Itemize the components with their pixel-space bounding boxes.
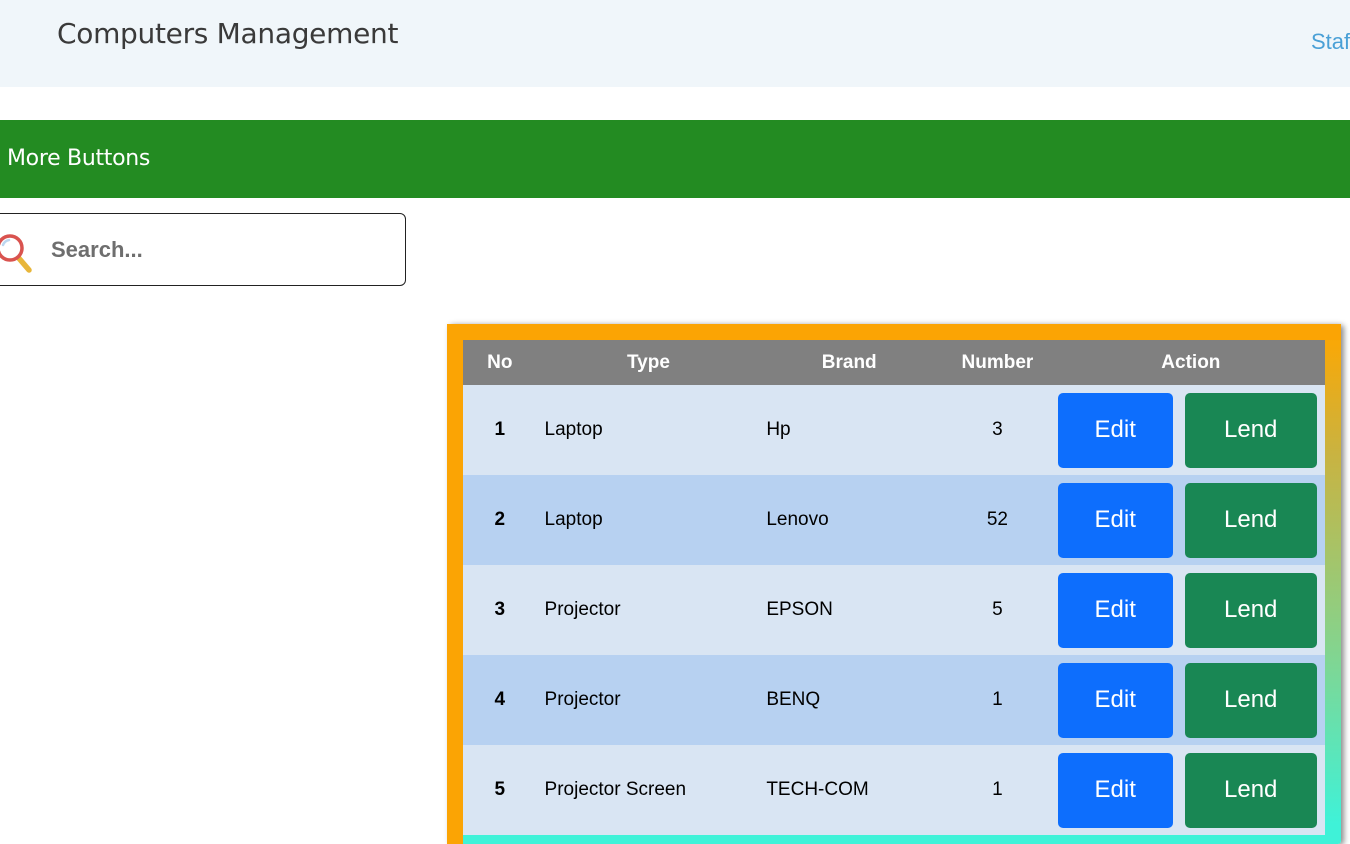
column-header-no: No [463, 340, 537, 385]
cell-no: 3 [463, 565, 537, 655]
column-header-brand: Brand [760, 340, 939, 385]
cell-type: Projector [536, 655, 761, 745]
cell-action: Edit Lend [1056, 565, 1325, 655]
table-row: 4 Projector BENQ 1 Edit Lend [463, 655, 1325, 745]
computers-table: No Type Brand Number Action 1 Laptop Hp … [463, 340, 1325, 835]
edit-button[interactable]: Edit [1057, 572, 1173, 648]
cell-action: Edit Lend [1056, 655, 1325, 745]
edit-button[interactable]: Edit [1057, 662, 1173, 738]
cell-number: 52 [938, 475, 1057, 565]
search-input[interactable] [51, 232, 391, 268]
edit-button[interactable]: Edit [1057, 752, 1173, 828]
page-title: Computers Management [57, 17, 399, 50]
table-row: 2 Laptop Lenovo 52 Edit Lend [463, 475, 1325, 565]
cell-type: Laptop [536, 475, 761, 565]
column-header-number: Number [938, 340, 1057, 385]
lend-button[interactable]: Lend [1184, 392, 1317, 468]
search-box[interactable] [0, 213, 406, 286]
search-icon [0, 233, 35, 273]
lend-button[interactable]: Lend [1184, 752, 1317, 828]
table-row: 1 Laptop Hp 3 Edit Lend [463, 385, 1325, 475]
staff-nav-link[interactable]: Staf [1311, 29, 1350, 55]
column-header-type: Type [536, 340, 761, 385]
cell-number: 3 [938, 385, 1057, 475]
cell-brand: Lenovo [760, 475, 939, 565]
table-row: 5 Projector Screen TECH-COM 1 Edit Lend [463, 745, 1325, 835]
table-header-row: No Type Brand Number Action [463, 340, 1325, 385]
column-header-action: Action [1056, 340, 1325, 385]
lend-button[interactable]: Lend [1184, 662, 1317, 738]
top-header: Computers Management Staf [0, 0, 1350, 87]
cell-no: 1 [463, 385, 537, 475]
cell-number: 1 [938, 745, 1057, 835]
cell-number: 1 [938, 655, 1057, 745]
cell-brand: EPSON [760, 565, 939, 655]
cell-type: Projector [536, 565, 761, 655]
cell-number: 5 [938, 565, 1057, 655]
cell-type: Projector Screen [536, 745, 761, 835]
lend-button[interactable]: Lend [1184, 572, 1317, 648]
cell-type: Laptop [536, 385, 761, 475]
cell-action: Edit Lend [1056, 475, 1325, 565]
more-buttons-button[interactable]: More Buttons [7, 146, 150, 171]
cell-brand: TECH-COM [760, 745, 939, 835]
cell-brand: Hp [760, 385, 939, 475]
lend-button[interactable]: Lend [1184, 482, 1317, 558]
cell-no: 4 [463, 655, 537, 745]
cell-brand: BENQ [760, 655, 939, 745]
cell-no: 5 [463, 745, 537, 835]
cell-action: Edit Lend [1056, 385, 1325, 475]
table-row: 3 Projector EPSON 5 Edit Lend [463, 565, 1325, 655]
edit-button[interactable]: Edit [1057, 392, 1173, 468]
toolbar-bar [0, 120, 1350, 198]
cell-action: Edit Lend [1056, 745, 1325, 835]
edit-button[interactable]: Edit [1057, 482, 1173, 558]
cell-no: 2 [463, 475, 537, 565]
